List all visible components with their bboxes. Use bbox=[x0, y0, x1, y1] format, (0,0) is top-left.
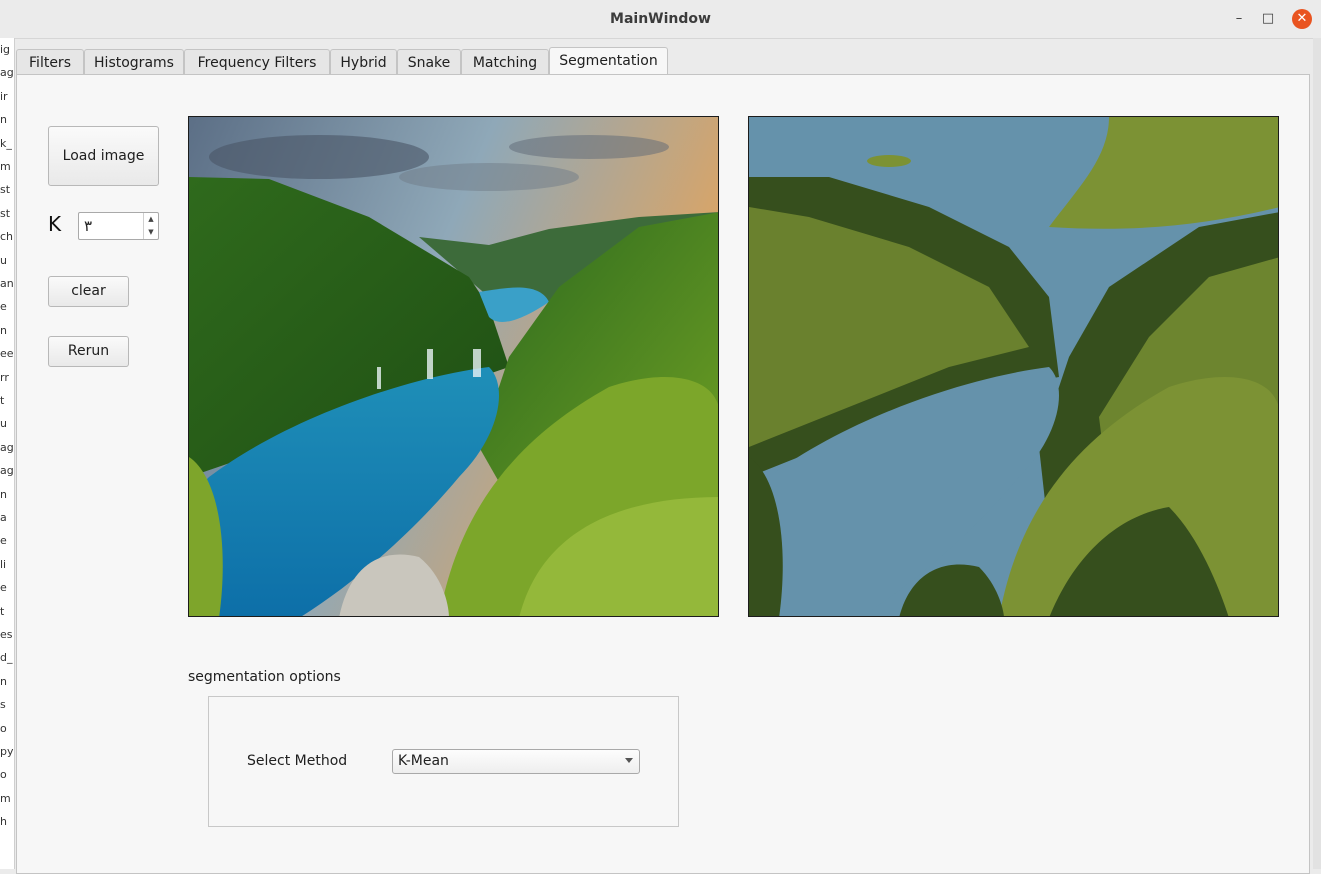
k-label: K bbox=[48, 212, 62, 236]
tab-segmentation[interactable]: Segmentation bbox=[549, 47, 668, 75]
tab-frequency-filters[interactable]: Frequency Filters bbox=[184, 49, 330, 74]
background-text-fragment: a bbox=[0, 511, 7, 524]
background-text-fragment: t bbox=[0, 604, 5, 618]
window-edge bbox=[1313, 38, 1321, 869]
background-text-fragment: ir bbox=[0, 89, 8, 103]
background-text-fragment: st bbox=[0, 206, 11, 220]
background-text-fragment: t bbox=[0, 394, 5, 407]
select-method-label: Select Method bbox=[247, 753, 348, 769]
tab-filters[interactable]: Filters bbox=[16, 49, 84, 74]
background-text-fragment: o bbox=[0, 768, 7, 782]
landscape-photo-icon bbox=[189, 117, 718, 616]
background-text-fragment: rr bbox=[0, 370, 9, 384]
spin-arrows[interactable]: ▲ ▼ bbox=[143, 213, 158, 239]
chevron-down-icon bbox=[625, 758, 633, 763]
background-text-fragment: h bbox=[0, 815, 7, 829]
background-text-fragment: ig bbox=[0, 43, 11, 56]
background-text-fragment: ee bbox=[0, 347, 14, 361]
title-bar: MainWindow – □ ✕ bbox=[0, 0, 1321, 39]
background-text-fragment: es bbox=[0, 628, 13, 641]
background-text-fragment: li bbox=[0, 557, 7, 571]
background-text-fragment: e bbox=[0, 534, 7, 548]
background-text-fragment: m bbox=[0, 160, 11, 173]
background-text-fragment: py bbox=[0, 745, 14, 758]
tab-snake[interactable]: Snake bbox=[397, 49, 461, 74]
background-text-fragment: k_ bbox=[0, 136, 12, 150]
background-text-fragment: e bbox=[0, 581, 7, 595]
method-select[interactable]: K-Mean bbox=[392, 749, 640, 774]
background-text-fragment: n bbox=[0, 674, 7, 688]
background-text-fragment: u bbox=[0, 417, 7, 431]
background-text-fragment: an bbox=[0, 277, 14, 290]
segmentation-options-title: segmentation options bbox=[188, 669, 341, 685]
background-text-fragment: st bbox=[0, 183, 11, 197]
original-image bbox=[188, 116, 719, 617]
background-text-fragment: n bbox=[0, 323, 7, 337]
background-window: ig ag ir n k_ m st st ch u an e n ee rr t u ag ag n a e li e t es… bbox=[0, 38, 15, 869]
rerun-button[interactable]: Rerun bbox=[48, 336, 129, 367]
background-text-fragment: e bbox=[0, 300, 7, 314]
kmeans-segmented-photo-icon bbox=[749, 117, 1278, 616]
tab-histograms[interactable]: Histograms bbox=[84, 49, 184, 74]
background-text-fragment: ag bbox=[0, 66, 14, 80]
background-text-fragment: s bbox=[0, 698, 6, 712]
background-text-fragment: ag bbox=[0, 440, 14, 454]
background-text-fragment: o bbox=[0, 721, 7, 735]
background-text-fragment: n bbox=[0, 113, 7, 127]
background-text-fragment: d_ bbox=[0, 651, 13, 665]
tab-hybrid[interactable]: Hybrid bbox=[330, 49, 397, 74]
background-text-fragment: ag bbox=[0, 464, 14, 478]
k-spinbox[interactable]: ٣ ▲ ▼ bbox=[78, 212, 159, 240]
tab-matching[interactable]: Matching bbox=[461, 49, 549, 74]
background-text-fragment: ch bbox=[0, 230, 14, 244]
load-image-button[interactable]: Load image bbox=[48, 126, 159, 186]
window-title: MainWindow bbox=[610, 11, 711, 27]
segmented-image bbox=[748, 116, 1279, 617]
background-text-fragment: n bbox=[0, 487, 7, 501]
background-text-fragment: m bbox=[0, 791, 11, 805]
spin-up-icon[interactable]: ▲ bbox=[144, 213, 158, 226]
background-text-fragment: u bbox=[0, 253, 7, 267]
close-icon[interactable]: ✕ bbox=[1292, 9, 1312, 29]
maximize-icon[interactable]: □ bbox=[1258, 9, 1278, 29]
spin-down-icon[interactable]: ▼ bbox=[144, 226, 158, 239]
method-value: K-Mean bbox=[398, 753, 449, 769]
k-value: ٣ bbox=[84, 217, 93, 235]
clear-button[interactable]: clear bbox=[48, 276, 129, 307]
minimize-icon[interactable]: – bbox=[1229, 9, 1249, 29]
